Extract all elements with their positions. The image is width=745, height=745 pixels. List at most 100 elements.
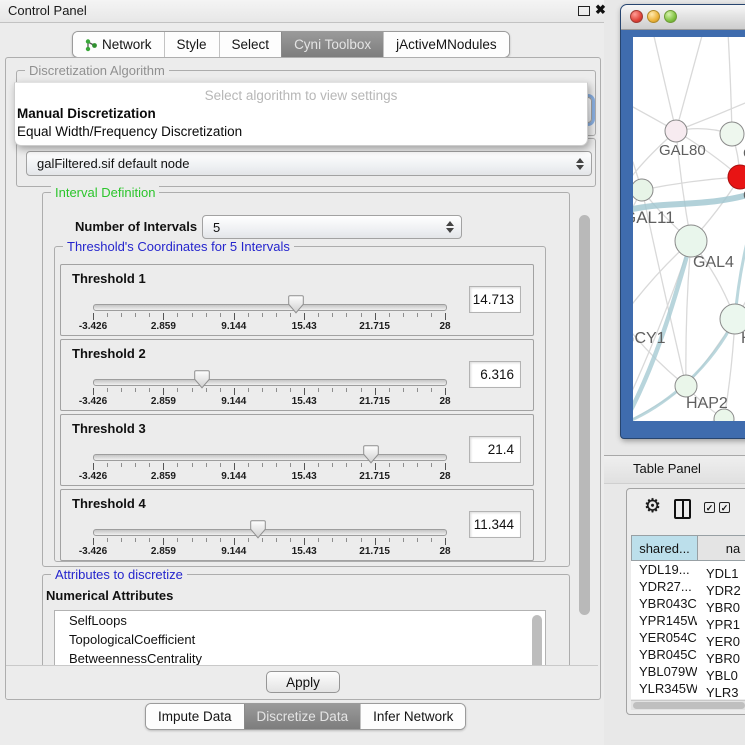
slider-track[interactable] [93, 379, 447, 386]
checkbox-icon[interactable]: ✓ [719, 502, 730, 513]
apply-button[interactable]: Apply [266, 671, 340, 693]
tick-label: 2.859 [151, 396, 176, 407]
dropdown-option-manual-discretization[interactable]: Manual Discretization [17, 106, 156, 121]
checkbox-icon[interactable]: ✓ [704, 502, 715, 513]
slider-track[interactable] [93, 454, 447, 461]
tick-label: 21.715 [359, 321, 390, 332]
tick-mark [276, 388, 277, 392]
slider-thumb[interactable] [288, 295, 304, 314]
network-canvas[interactable]: GAL80GAGGAL11GAL4GCY1HHAP2 [633, 37, 745, 421]
slider-track[interactable] [93, 304, 447, 311]
table-row[interactable]: YPR145WYPR1 [631, 612, 745, 629]
network-node[interactable] [675, 375, 697, 397]
columns-icon[interactable] [674, 499, 691, 519]
slider-thumb[interactable] [363, 445, 379, 464]
slider-thumb[interactable] [194, 370, 210, 389]
tick-mark [332, 388, 333, 392]
network-window-titlebar[interactable] [621, 5, 745, 30]
list-item-selfloops[interactable]: SelfLoops [55, 611, 545, 630]
tab-infer-network[interactable]: Infer Network [360, 704, 465, 729]
list-item-topologicalcoefficient[interactable]: TopologicalCoefficient [55, 630, 545, 649]
tick-mark [192, 463, 193, 467]
threshold-label: Threshold 3 [72, 421, 146, 436]
zoom-light-icon[interactable] [664, 10, 677, 23]
table-row[interactable]: YIL052CYIL0 [631, 697, 745, 699]
minimize-light-icon[interactable] [647, 10, 660, 23]
list-scrollbar-thumb[interactable] [532, 615, 542, 666]
slider-tick-labels: -3.4262.8599.14415.4321.71528 [93, 321, 445, 332]
slider-ticks [93, 463, 445, 471]
network-node[interactable] [720, 122, 744, 146]
tab-label: Select [232, 37, 270, 52]
network-view-window: GAL80GAGGAL11GAL4GCY1HHAP2 [620, 4, 745, 439]
tick-mark [121, 538, 122, 542]
tick-mark [234, 388, 235, 395]
dropdown-option-equal-width-frequency-discretization[interactable]: Equal Width/Frequency Discretization [17, 124, 242, 139]
gear-icon[interactable]: ⚙ [644, 495, 661, 518]
close-light-icon[interactable] [630, 10, 643, 23]
tick-mark [318, 463, 319, 467]
list-item-betweennesscentrality[interactable]: BetweennessCentrality [55, 649, 545, 666]
number-of-intervals-combobox[interactable]: 5 [202, 215, 462, 239]
network-node[interactable] [665, 120, 687, 142]
threshold-value-field[interactable]: 21.4 [469, 436, 521, 463]
tab-network[interactable]: Network [73, 32, 164, 57]
table-row[interactable]: YLR345WYLR3 [631, 680, 745, 697]
tick-mark [332, 463, 333, 467]
tick-mark [220, 313, 221, 317]
tab-style[interactable]: Style [164, 32, 219, 57]
cell-shared-name: YBL079W [631, 663, 697, 680]
slider-ticks [93, 313, 445, 321]
algorithm-dropdown-popup: Select algorithm to view settings Manual… [14, 82, 588, 146]
threshold-value-field[interactable]: 14.713 [469, 286, 521, 313]
threshold-value-field[interactable]: 11.344 [469, 511, 521, 538]
table-hscrollbar[interactable] [631, 700, 745, 710]
slider-track[interactable] [93, 529, 447, 536]
tick-mark [361, 538, 362, 542]
table-data-combobox[interactable]: galFiltered.sif default node [26, 151, 592, 176]
tick-mark [375, 313, 376, 320]
table-row[interactable]: YDR27...YDR2 [631, 578, 745, 595]
table-row[interactable]: YER054CYER0 [631, 629, 745, 646]
column-header-name[interactable]: na [697, 535, 745, 561]
table-row[interactable]: YDL19...YDL1 [631, 561, 745, 578]
tick-mark [431, 538, 432, 542]
tick-label: 15.43 [292, 546, 317, 557]
column-header-shared[interactable]: shared... [631, 535, 698, 561]
float-panel-icon[interactable] [578, 6, 590, 16]
tick-mark [163, 463, 164, 470]
tick-mark [332, 313, 333, 317]
network-node[interactable] [633, 179, 653, 201]
table-row[interactable]: YBR045CYBR0 [631, 646, 745, 663]
tab-label: jActiveMNodules [396, 37, 497, 52]
tick-mark [389, 313, 390, 317]
tab-label: Impute Data [158, 709, 232, 724]
table-body[interactable]: YDL19...YDL1YDR27...YDR2YBR043CYBR0YPR14… [631, 561, 745, 699]
tick-mark [332, 538, 333, 542]
number-of-intervals-value: 5 [213, 220, 220, 235]
tick-label: 21.715 [359, 546, 390, 557]
tab-discretize-data[interactable]: Discretize Data [244, 704, 361, 729]
tick-mark [107, 538, 108, 542]
tick-mark [431, 463, 432, 467]
slider-thumb[interactable] [250, 520, 266, 539]
table-row[interactable]: YBL079WYBL0 [631, 663, 745, 680]
scrollbar-thumb[interactable] [633, 702, 745, 709]
tab-select[interactable]: Select [219, 32, 282, 57]
tab-jactivemnodules[interactable]: jActiveMNodules [383, 32, 509, 57]
settings-scrollbar[interactable] [577, 188, 592, 665]
network-icon [85, 38, 97, 52]
network-edge [676, 37, 703, 131]
threshold-value-field[interactable]: 6.316 [469, 361, 521, 388]
scrollbar-thumb[interactable] [579, 215, 590, 615]
close-icon[interactable]: ✖ [595, 2, 606, 18]
attributes-list[interactable]: SelfLoopsTopologicalCoefficientBetweenne… [54, 610, 546, 666]
tick-mark [107, 388, 108, 392]
tick-mark [206, 388, 207, 392]
tab-impute-data[interactable]: Impute Data [146, 704, 244, 729]
tick-mark [121, 313, 122, 317]
table-row[interactable]: YBR043CYBR0 [631, 595, 745, 612]
tick-mark [417, 463, 418, 467]
tab-cyni-toolbox[interactable]: Cyni Toolbox [281, 32, 383, 57]
network-node[interactable] [675, 225, 707, 257]
